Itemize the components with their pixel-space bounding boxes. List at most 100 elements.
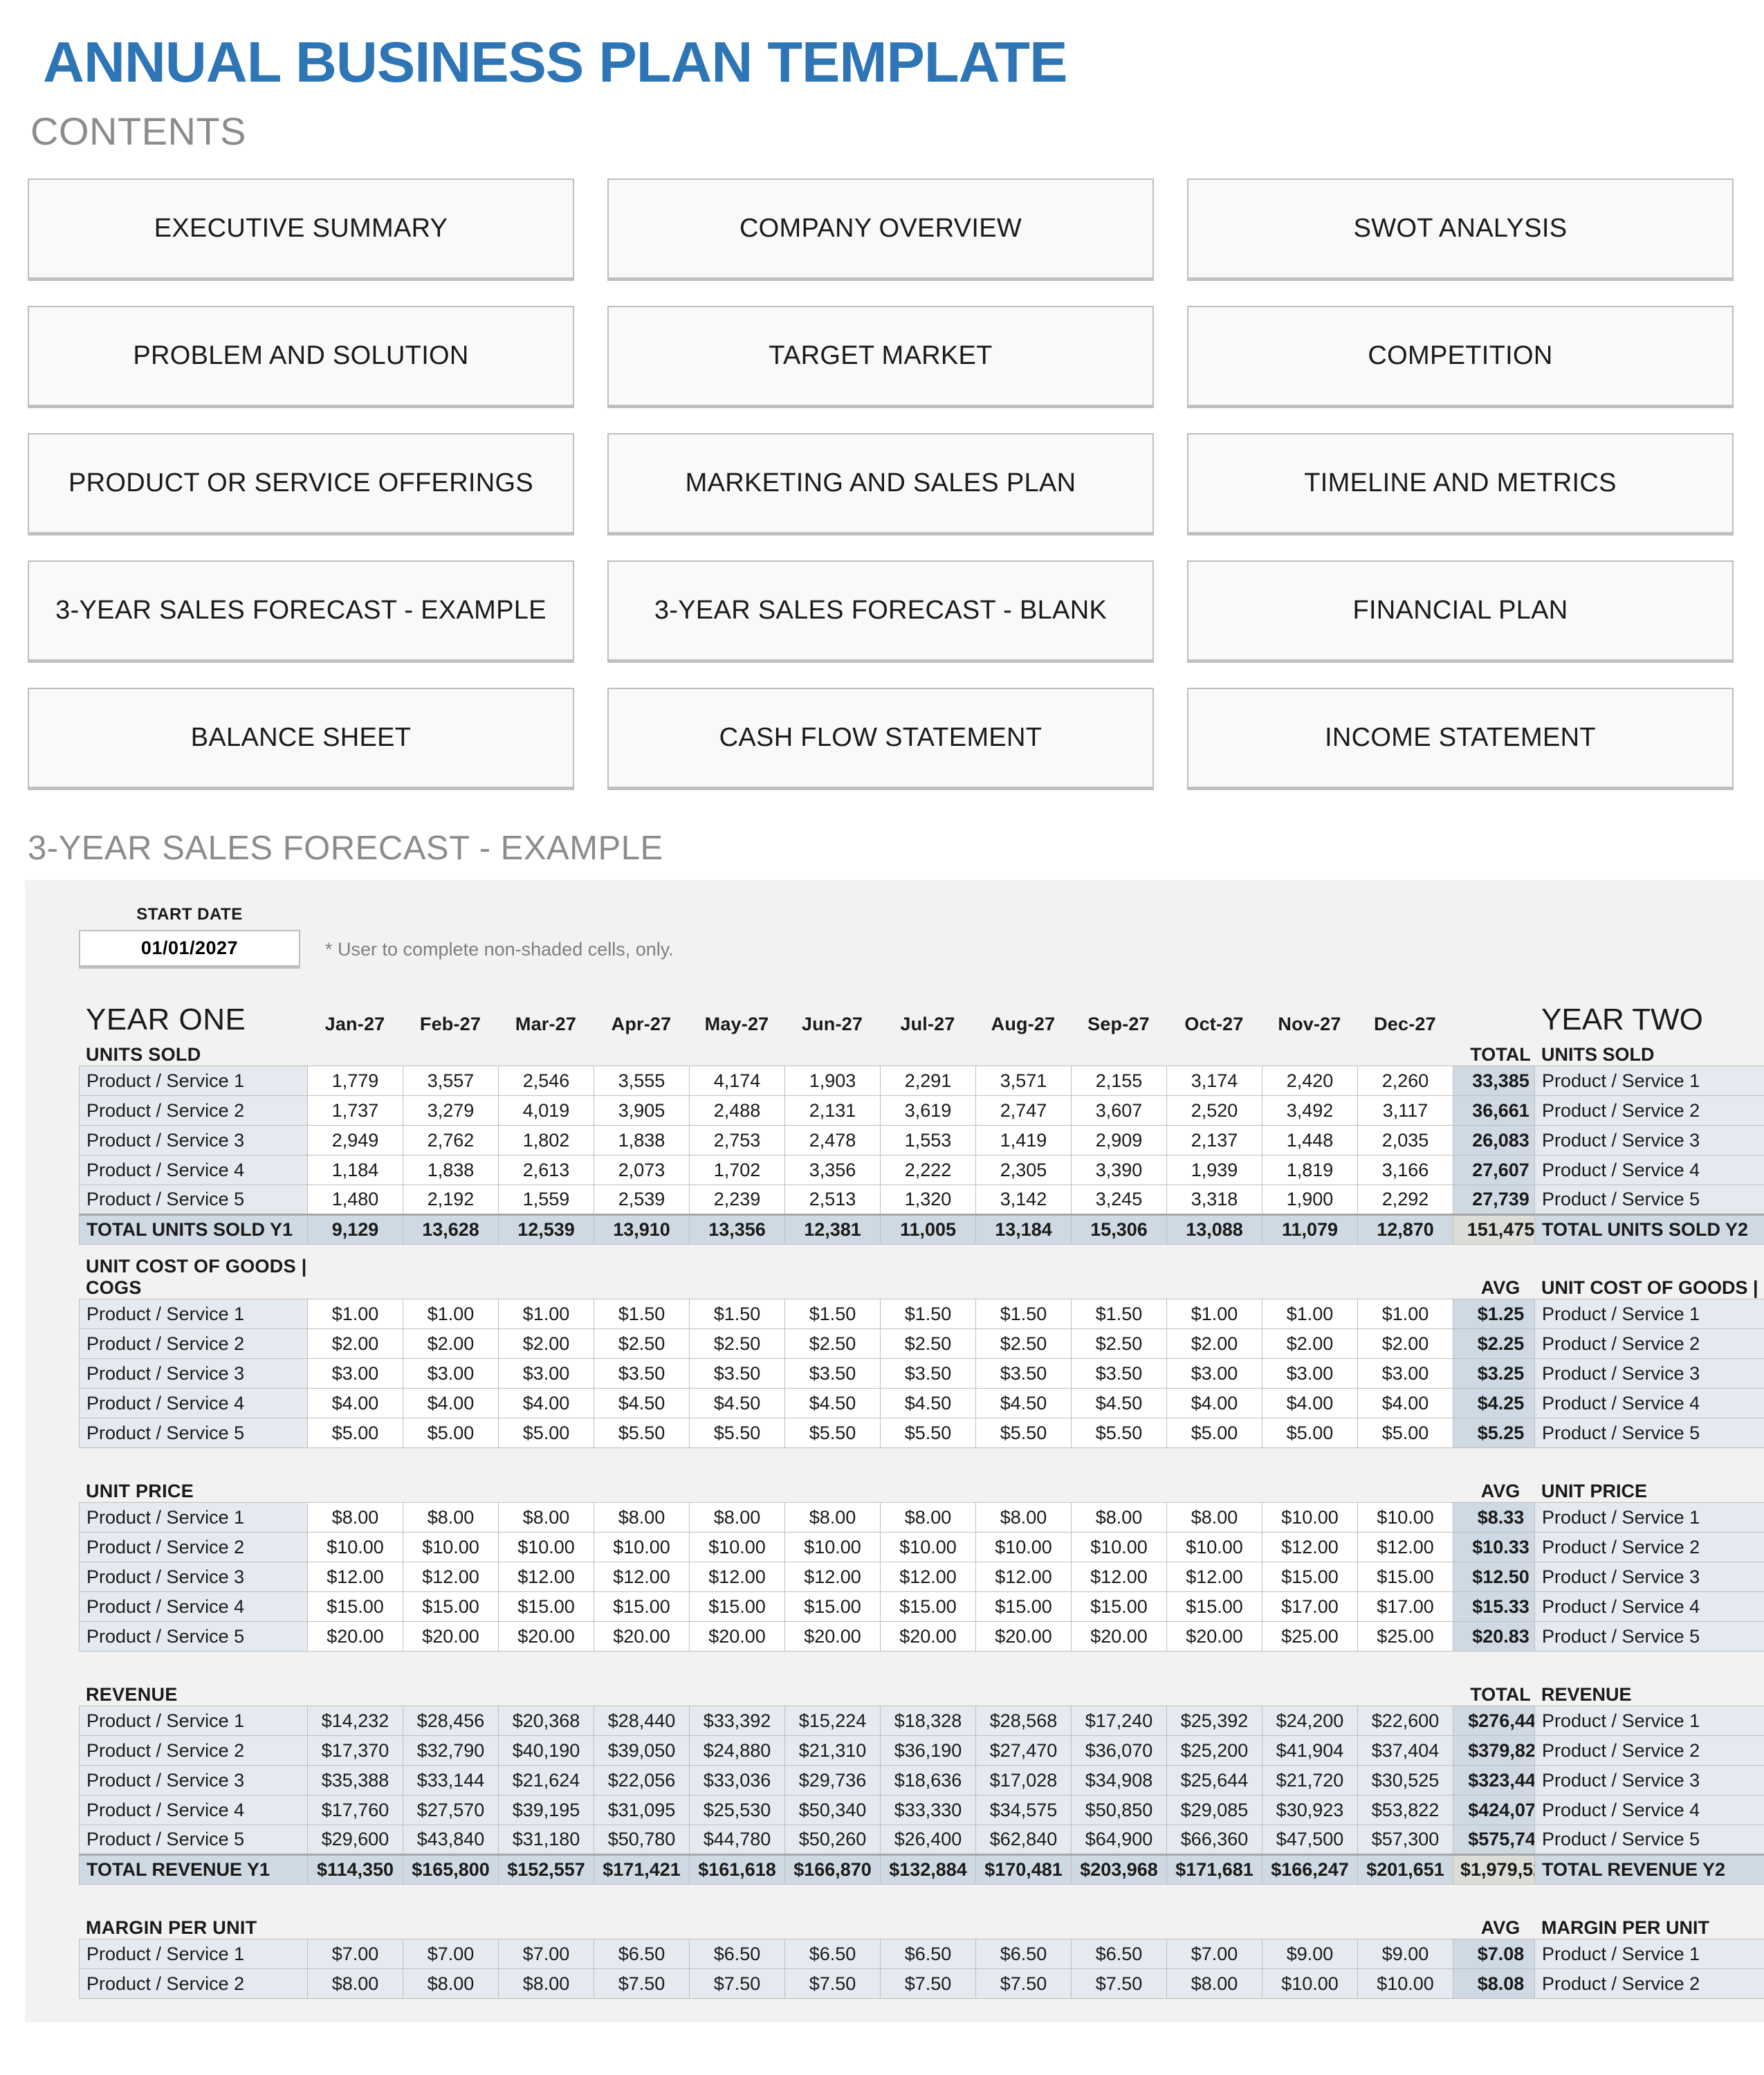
cell-revenue-r4-oct-27[interactable]: $29,085	[1167, 1795, 1262, 1825]
cell-unit_price-r4-nov-27[interactable]: $17.00	[1262, 1592, 1358, 1622]
cell-revenue-r4-jun-27[interactable]: $50,340	[785, 1795, 881, 1825]
cell-revenue-r3-mar-27[interactable]: $21,624	[499, 1766, 594, 1795]
cell-revenue-r1-dec-27[interactable]: $22,600	[1358, 1706, 1453, 1736]
cell-revenue-r5-jun-27[interactable]: $50,260	[785, 1825, 881, 1855]
cell-units_sold-r1-apr-27[interactable]: 3,555	[594, 1066, 690, 1096]
cell-units_sold-r4-aug-27[interactable]: 2,305	[976, 1155, 1072, 1185]
cell-unit_price-r2-mar-27[interactable]: $10.00	[499, 1533, 594, 1562]
cell-margin_per_unit-r2-apr-27[interactable]: $7.50	[594, 1969, 690, 1999]
start-date-input[interactable]: 01/01/2027	[79, 930, 300, 969]
cell-unit_price-r1-nov-27[interactable]: $10.00	[1262, 1503, 1358, 1533]
cell-margin_per_unit-r2-feb-27[interactable]: $8.00	[403, 1969, 499, 1999]
cell-unit_price-r1-mar-27[interactable]: $8.00	[499, 1503, 594, 1533]
cell-unit_price-r5-oct-27[interactable]: $20.00	[1167, 1622, 1262, 1652]
cell-unit_price-r5-may-27[interactable]: $20.00	[690, 1622, 785, 1652]
cell-units_sold-r2-feb-27[interactable]: 3,279	[403, 1096, 499, 1126]
cell-revenue-r1-aug-27[interactable]: $28,568	[976, 1706, 1072, 1736]
cell-revenue-r2-aug-27[interactable]: $27,470	[976, 1736, 1072, 1766]
cell-unit_cost_of_goods-r1-mar-27[interactable]: $1.00	[499, 1299, 594, 1329]
cell-units_sold-r3-may-27[interactable]: 2,753	[690, 1126, 785, 1155]
cell-margin_per_unit-r2-oct-27[interactable]: $8.00	[1167, 1969, 1262, 1999]
cell-units_sold-r5-oct-27[interactable]: 3,318	[1167, 1185, 1262, 1215]
cell-unit_price-r1-oct-27[interactable]: $8.00	[1167, 1503, 1262, 1533]
cell-units_sold-r2-nov-27[interactable]: 3,492	[1262, 1096, 1358, 1126]
cell-unit_cost_of_goods-r2-oct-27[interactable]: $2.00	[1167, 1329, 1262, 1359]
cell-revenue-r4-apr-27[interactable]: $31,095	[594, 1795, 690, 1825]
cell-units_sold-r3-nov-27[interactable]: 1,448	[1262, 1126, 1358, 1155]
cell-units_sold-r3-feb-27[interactable]: 2,762	[403, 1126, 499, 1155]
cell-unit_cost_of_goods-r4-dec-27[interactable]: $4.00	[1358, 1389, 1453, 1418]
cell-unit_price-r4-apr-27[interactable]: $15.00	[594, 1592, 690, 1622]
cell-unit_cost_of_goods-r3-nov-27[interactable]: $3.00	[1262, 1359, 1358, 1389]
cell-unit_cost_of_goods-r2-jan-27[interactable]: $2.00	[308, 1329, 403, 1359]
content-link-3-year-sales-forecast-example[interactable]: 3-YEAR SALES FORECAST - EXAMPLE	[28, 560, 574, 663]
cell-unit_price-r1-jan-27[interactable]: $8.00	[308, 1503, 403, 1533]
cell-unit_cost_of_goods-r4-jul-27[interactable]: $4.50	[881, 1389, 976, 1418]
cell-revenue-r4-dec-27[interactable]: $53,822	[1358, 1795, 1453, 1825]
cell-unit_cost_of_goods-r4-nov-27[interactable]: $4.00	[1262, 1389, 1358, 1418]
cell-unit_cost_of_goods-r3-oct-27[interactable]: $3.00	[1167, 1359, 1262, 1389]
cell-unit_price-r2-aug-27[interactable]: $10.00	[976, 1533, 1072, 1562]
cell-unit_price-r2-jun-27[interactable]: $10.00	[785, 1533, 881, 1562]
cell-units_sold-r5-mar-27[interactable]: 1,559	[499, 1185, 594, 1215]
cell-unit_price-r2-may-27[interactable]: $10.00	[690, 1533, 785, 1562]
cell-revenue-r1-jul-27[interactable]: $18,328	[881, 1706, 976, 1736]
cell-revenue-r1-feb-27[interactable]: $28,456	[403, 1706, 499, 1736]
cell-revenue-r4-feb-27[interactable]: $27,570	[403, 1795, 499, 1825]
cell-unit_cost_of_goods-r5-apr-27[interactable]: $5.50	[594, 1418, 690, 1448]
cell-revenue-r5-apr-27[interactable]: $50,780	[594, 1825, 690, 1855]
cell-revenue-r5-nov-27[interactable]: $47,500	[1262, 1825, 1358, 1855]
cell-unit_cost_of_goods-r4-jun-27[interactable]: $4.50	[785, 1389, 881, 1418]
cell-units_sold-r3-oct-27[interactable]: 2,137	[1167, 1126, 1262, 1155]
cell-unit_cost_of_goods-r1-feb-27[interactable]: $1.00	[403, 1299, 499, 1329]
cell-unit_price-r5-feb-27[interactable]: $20.00	[403, 1622, 499, 1652]
cell-unit_price-r4-feb-27[interactable]: $15.00	[403, 1592, 499, 1622]
cell-unit_cost_of_goods-r5-sep-27[interactable]: $5.50	[1072, 1418, 1167, 1448]
cell-units_sold-r3-sep-27[interactable]: 2,909	[1072, 1126, 1167, 1155]
cell-revenue-r1-apr-27[interactable]: $28,440	[594, 1706, 690, 1736]
cell-unit_price-r5-jun-27[interactable]: $20.00	[785, 1622, 881, 1652]
cell-revenue-r1-sep-27[interactable]: $17,240	[1072, 1706, 1167, 1736]
cell-unit_price-r4-jan-27[interactable]: $15.00	[308, 1592, 403, 1622]
cell-unit_cost_of_goods-r1-oct-27[interactable]: $1.00	[1167, 1299, 1262, 1329]
cell-unit_cost_of_goods-r5-mar-27[interactable]: $5.00	[499, 1418, 594, 1448]
content-link-cash-flow-statement[interactable]: CASH FLOW STATEMENT	[607, 688, 1154, 790]
cell-revenue-r5-mar-27[interactable]: $31,180	[499, 1825, 594, 1855]
cell-unit_price-r4-jun-27[interactable]: $15.00	[785, 1592, 881, 1622]
cell-units_sold-r1-sep-27[interactable]: 2,155	[1072, 1066, 1167, 1096]
cell-units_sold-r1-may-27[interactable]: 4,174	[690, 1066, 785, 1096]
cell-unit_price-r5-aug-27[interactable]: $20.00	[976, 1622, 1072, 1652]
cell-unit_price-r3-feb-27[interactable]: $12.00	[403, 1562, 499, 1592]
cell-unit_price-r5-apr-27[interactable]: $20.00	[594, 1622, 690, 1652]
cell-unit_price-r1-feb-27[interactable]: $8.00	[403, 1503, 499, 1533]
cell-revenue-r4-aug-27[interactable]: $34,575	[976, 1795, 1072, 1825]
cell-units_sold-r4-mar-27[interactable]: 2,613	[499, 1155, 594, 1185]
cell-units_sold-r2-sep-27[interactable]: 3,607	[1072, 1096, 1167, 1126]
cell-units_sold-r1-jan-27[interactable]: 1,779	[308, 1066, 403, 1096]
cell-revenue-r4-jul-27[interactable]: $33,330	[881, 1795, 976, 1825]
cell-unit_price-r4-dec-27[interactable]: $17.00	[1358, 1592, 1453, 1622]
cell-units_sold-r3-jul-27[interactable]: 1,553	[881, 1126, 976, 1155]
cell-unit_cost_of_goods-r1-dec-27[interactable]: $1.00	[1358, 1299, 1453, 1329]
cell-units_sold-r2-oct-27[interactable]: 2,520	[1167, 1096, 1262, 1126]
cell-revenue-r4-mar-27[interactable]: $39,195	[499, 1795, 594, 1825]
cell-units_sold-r5-jan-27[interactable]: 1,480	[308, 1185, 403, 1215]
cell-margin_per_unit-r1-feb-27[interactable]: $7.00	[403, 1939, 499, 1969]
cell-unit_cost_of_goods-r5-nov-27[interactable]: $5.00	[1262, 1418, 1358, 1448]
cell-margin_per_unit-r1-aug-27[interactable]: $6.50	[976, 1939, 1072, 1969]
cell-revenue-r3-aug-27[interactable]: $17,028	[976, 1766, 1072, 1795]
cell-unit_price-r2-dec-27[interactable]: $12.00	[1358, 1533, 1453, 1562]
cell-units_sold-r5-aug-27[interactable]: 3,142	[976, 1185, 1072, 1215]
cell-unit_price-r2-sep-27[interactable]: $10.00	[1072, 1533, 1167, 1562]
cell-revenue-r2-may-27[interactable]: $24,880	[690, 1736, 785, 1766]
cell-unit_cost_of_goods-r2-jul-27[interactable]: $2.50	[881, 1329, 976, 1359]
cell-margin_per_unit-r2-mar-27[interactable]: $8.00	[499, 1969, 594, 1999]
cell-unit_cost_of_goods-r2-apr-27[interactable]: $2.50	[594, 1329, 690, 1359]
cell-units_sold-r1-jul-27[interactable]: 2,291	[881, 1066, 976, 1096]
cell-revenue-r3-feb-27[interactable]: $33,144	[403, 1766, 499, 1795]
cell-units_sold-r1-nov-27[interactable]: 2,420	[1262, 1066, 1358, 1096]
cell-unit_price-r5-nov-27[interactable]: $25.00	[1262, 1622, 1358, 1652]
cell-unit_cost_of_goods-r2-aug-27[interactable]: $2.50	[976, 1329, 1072, 1359]
cell-units_sold-r4-jun-27[interactable]: 3,356	[785, 1155, 881, 1185]
cell-unit_cost_of_goods-r2-feb-27[interactable]: $2.00	[403, 1329, 499, 1359]
